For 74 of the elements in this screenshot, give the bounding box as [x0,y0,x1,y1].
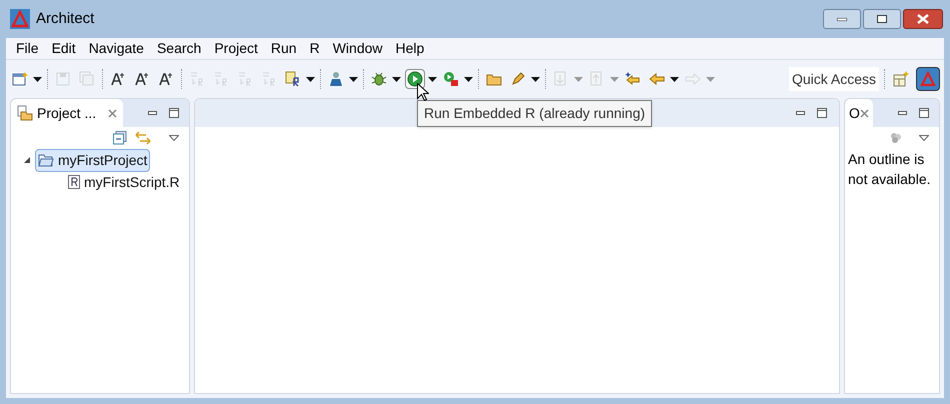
run-line-icon [189,71,205,87]
font-size-icon [110,71,126,87]
save-all-icon [79,71,95,87]
run-line-icon [213,71,229,87]
forward-arrow-icon [685,71,701,87]
architect-perspective-button[interactable] [916,67,940,91]
caret-icon[interactable] [428,76,437,82]
run-terminate-icon [443,71,459,87]
expand-toggle-icon[interactable] [23,156,31,164]
panel-tab[interactable]: O [845,99,873,127]
run-line-icon [261,71,277,87]
tree-item-label: myFirstProject [58,150,148,170]
tree-item[interactable]: myFirstProject [35,148,150,172]
menu-item[interactable]: Edit [52,38,76,59]
back-arrow-icon [649,71,665,87]
project-explorer-icon [17,105,33,121]
close-icon[interactable] [860,108,869,118]
minimize-view-icon[interactable] [796,111,805,115]
maximize-view-icon[interactable] [817,108,827,118]
save-icon [55,71,71,87]
close-icon[interactable] [108,108,118,118]
r-script-icon [68,175,80,189]
bug-icon [371,71,387,87]
caret-icon[interactable] [670,76,679,82]
project-folder-icon [38,153,54,167]
view-menu-icon[interactable] [919,135,929,141]
quick-access-field[interactable]: Quick Access [789,67,879,91]
maximize-view-icon[interactable] [919,108,929,118]
pen-icon [510,71,526,87]
menu-item[interactable]: Navigate [88,38,144,59]
tree-item-label: myFirstScript.R [84,172,180,192]
minimize-view-icon[interactable] [148,111,157,115]
new-window-icon [12,71,28,87]
view-menu-icon[interactable] [169,135,179,141]
menu-item[interactable]: Window [332,38,382,59]
person-icon [328,71,344,87]
restore-icon [877,15,887,23]
caret-icon[interactable] [531,76,540,82]
minimize-button[interactable] [823,9,861,29]
minimize-view-icon[interactable] [898,111,907,115]
panel-tab[interactable]: Project ... [11,99,124,127]
caret-icon[interactable] [306,76,315,82]
app-logo-icon [10,9,30,29]
tree-item[interactable]: myFirstScript.R [65,170,183,194]
last-edit-icon [625,71,641,87]
filter-icon [889,132,903,144]
app-logo-icon [920,71,936,87]
collapse-all-icon[interactable] [113,131,127,145]
font-size-icon [134,71,150,87]
menu-item[interactable]: Help [396,38,424,59]
menu-item[interactable]: File [16,38,39,59]
r-file-icon [285,71,301,87]
caret-icon[interactable] [392,76,401,82]
tooltip: Run Embedded R (already running) [417,100,652,127]
caret-icon[interactable] [33,76,42,82]
caret-icon[interactable] [464,76,473,82]
maximize-view-icon[interactable] [169,108,179,118]
menu-item[interactable]: R [310,38,320,59]
caret-icon[interactable] [349,76,358,82]
menu-item[interactable]: Search [156,38,202,59]
play-icon [407,71,423,87]
restore-button[interactable] [863,9,901,29]
outline-message: An outline is not available. [847,150,932,189]
perspective-icon [893,71,909,87]
tab-label: O [849,104,860,122]
minimize-icon [837,18,847,20]
close-icon [917,14,929,24]
menu-item[interactable]: Project [214,38,258,59]
menu-item[interactable]: Run [270,38,297,59]
close-button[interactable] [903,9,943,29]
window-title: Architect [36,8,94,29]
run-line-icon [237,71,253,87]
font-size-icon [158,71,174,87]
tab-label: Project ... [37,104,96,123]
